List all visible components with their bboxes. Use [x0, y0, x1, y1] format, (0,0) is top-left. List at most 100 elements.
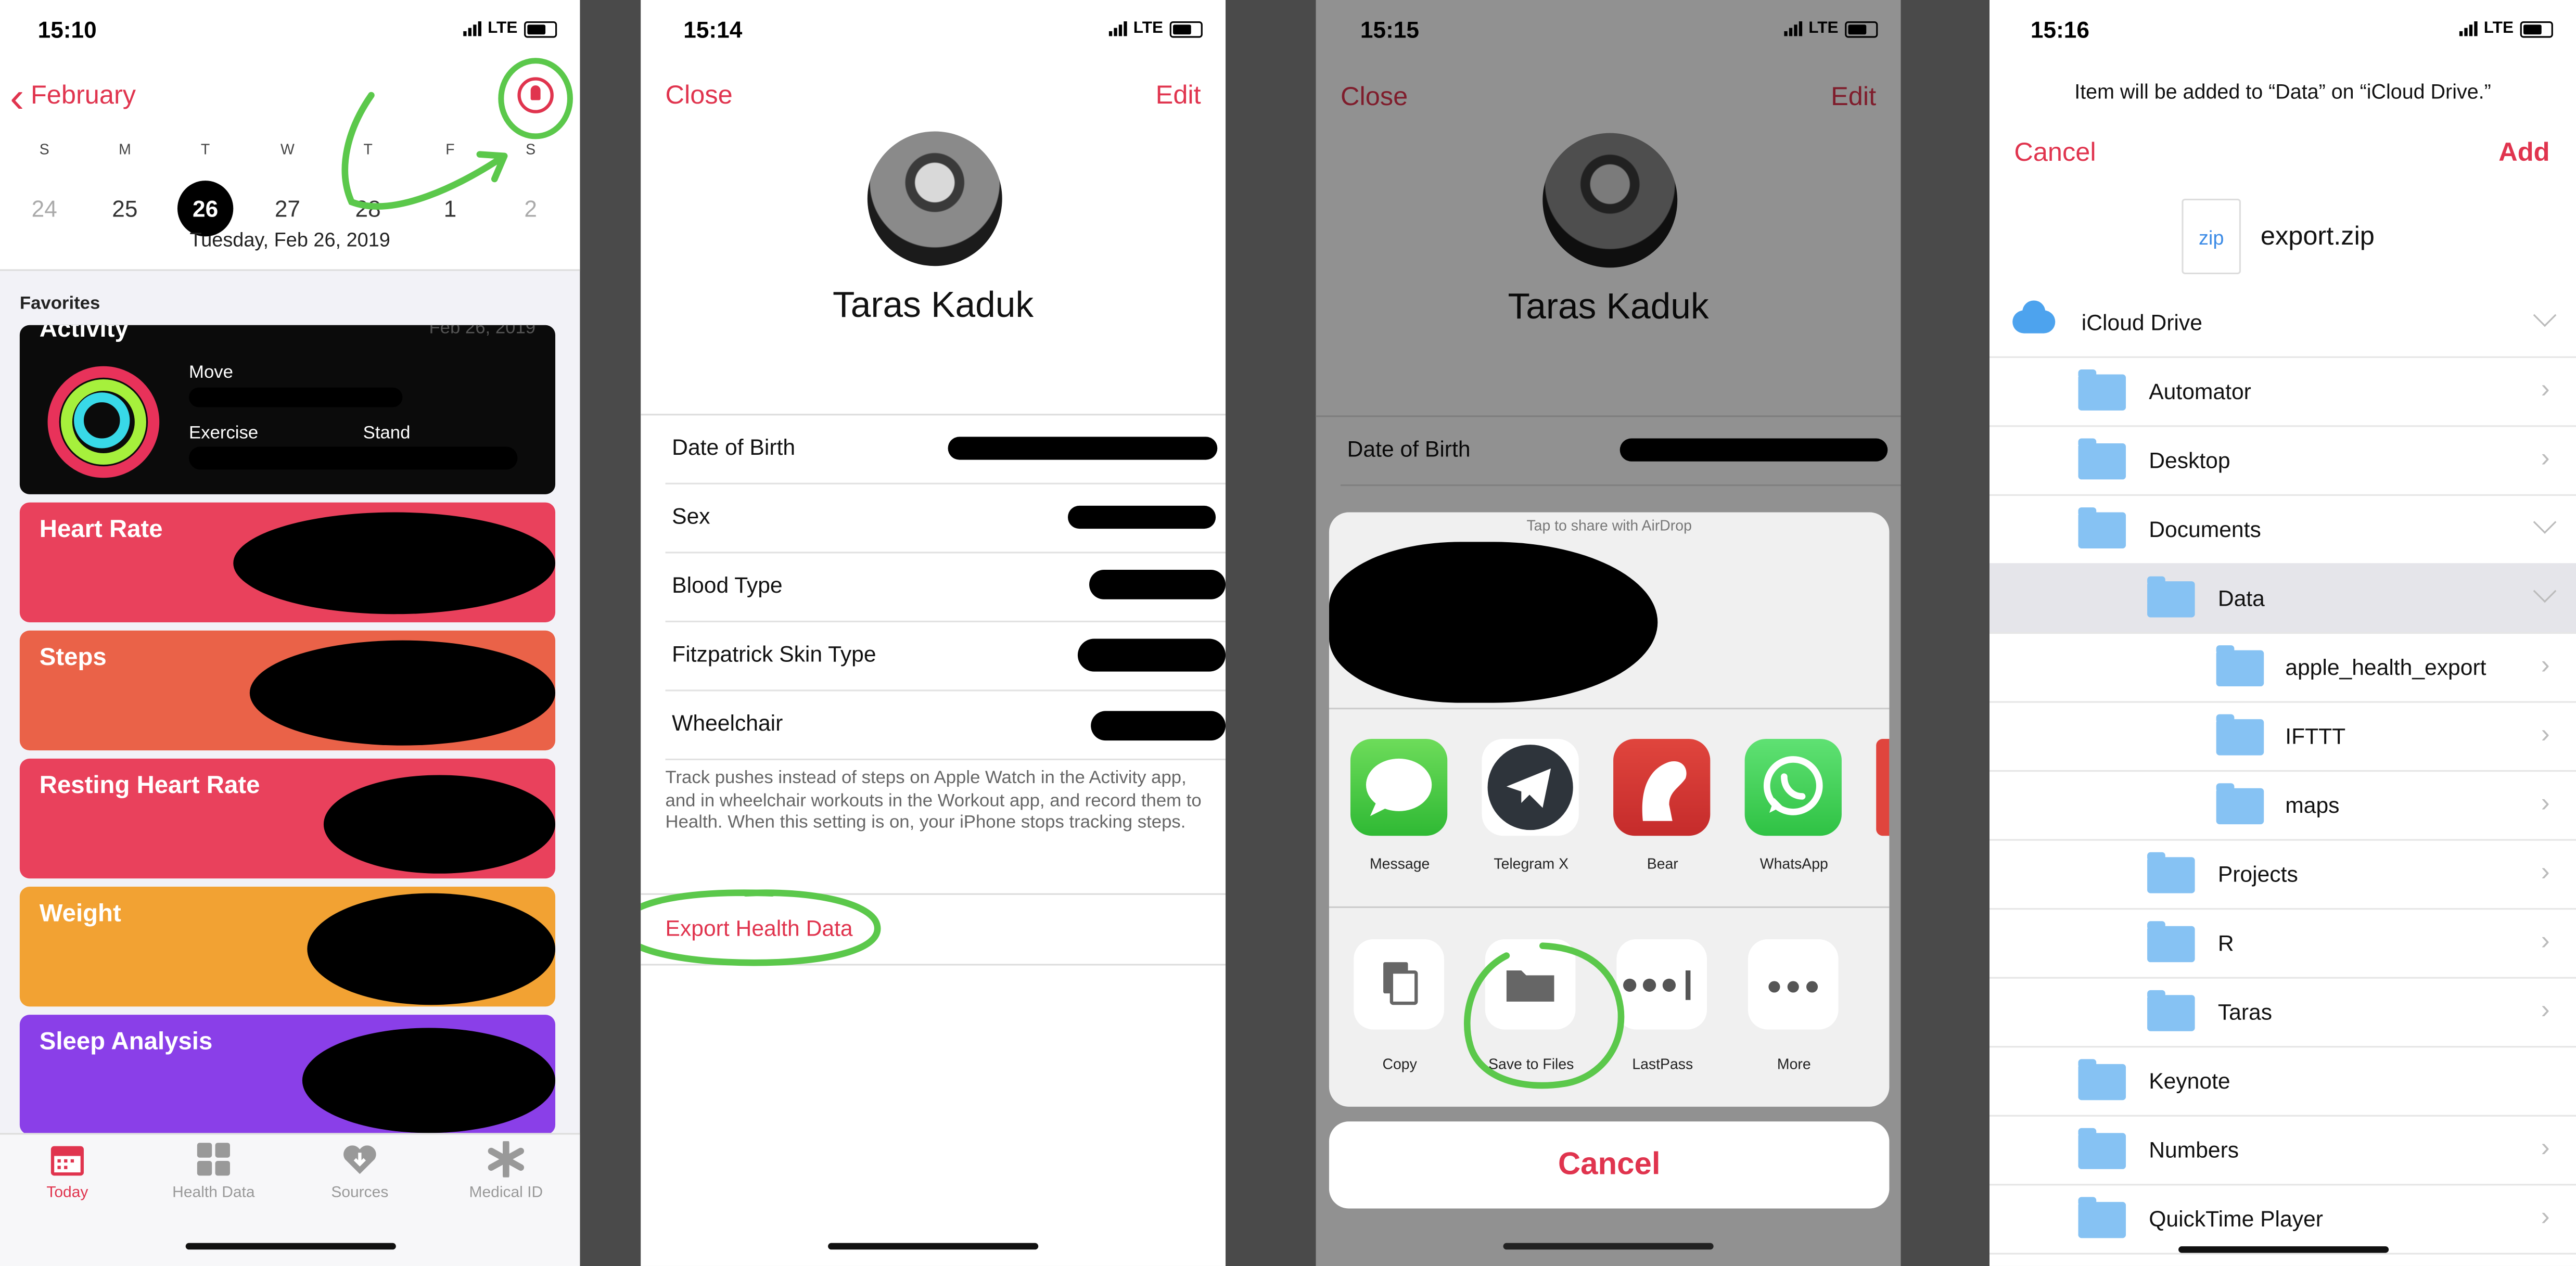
- tab-label: Medical ID: [469, 1184, 543, 1202]
- folder-name: Documents: [2149, 517, 2261, 542]
- folder-row-maps[interactable]: maps ›: [1990, 770, 2576, 841]
- folder-row-numbers[interactable]: Numbers ›: [1990, 1115, 2576, 1186]
- chevron-down-icon: [2533, 303, 2557, 327]
- weight-card[interactable]: Weight: [19, 887, 556, 1007]
- resting-heart-rate-card[interactable]: Resting Heart Rate: [19, 758, 556, 879]
- medical-id-button[interactable]: [517, 77, 554, 113]
- carrier-label: LTE: [2483, 19, 2514, 38]
- folder-row-desktop[interactable]: Desktop ›: [1990, 425, 2576, 496]
- redaction: [323, 775, 556, 874]
- close-button[interactable]: Close: [666, 82, 733, 112]
- chevron-left-icon: ‹: [9, 72, 24, 122]
- chevron-right-icon: ›: [2541, 859, 2550, 887]
- home-indicator: [185, 1243, 396, 1250]
- tab-medical-id[interactable]: Medical ID: [440, 1141, 572, 1202]
- row-blood-type[interactable]: Blood Type: [665, 553, 1226, 622]
- edit-button[interactable]: Edit: [1156, 82, 1201, 112]
- folder-icon: [2216, 783, 2264, 825]
- tab-health-data[interactable]: Health Data: [148, 1141, 279, 1202]
- folder-row-taras[interactable]: Taras ›: [1990, 977, 2576, 1048]
- tab-sources[interactable]: Sources: [294, 1141, 426, 1202]
- wheelchair-note: Track pushes instead of steps on Apple W…: [665, 768, 1202, 833]
- favorites-heading: Favorites: [19, 293, 100, 314]
- folder-icon: [2147, 852, 2195, 893]
- folder-row-data-selected[interactable]: Data: [1990, 563, 2576, 634]
- folder-row-apple-health-export[interactable]: apple_health_export ›: [1990, 632, 2576, 703]
- tab-today[interactable]: Today: [2, 1141, 133, 1202]
- activity-card[interactable]: Activity Feb 26, 2019 Move Exercise Stan…: [19, 325, 556, 494]
- airdrop-hint: Tap to share with AirDrop: [1526, 517, 1692, 534]
- divider: [1329, 708, 1890, 710]
- add-button[interactable]: Add: [2498, 139, 2549, 169]
- chevron-down-icon: [2533, 510, 2557, 534]
- folder-name: Projects: [2217, 862, 2298, 887]
- row-label: Wheelchair: [672, 711, 783, 736]
- row-fitzpatrick-skin-type[interactable]: Fitzpatrick Skin Type: [665, 622, 1226, 692]
- folder-name: Automator: [2149, 379, 2251, 404]
- folder-name: Desktop: [2149, 448, 2230, 473]
- status-time: 15:10: [37, 16, 97, 43]
- battery-icon: [1169, 20, 1203, 37]
- redaction: [189, 446, 518, 470]
- folder-row-projects[interactable]: Projects ›: [1990, 839, 2576, 910]
- folder-row-ifttt[interactable]: IFTTT ›: [1990, 701, 2576, 772]
- tab-label: Sources: [331, 1184, 389, 1202]
- heart-rate-card[interactable]: Heart Rate: [19, 502, 556, 622]
- folder-icon: [2078, 1197, 2126, 1238]
- grid-icon: [197, 1143, 230, 1176]
- folder-icon: [2216, 714, 2264, 756]
- action-label: More: [1777, 1056, 1811, 1072]
- row-label: Fitzpatrick Skin Type: [672, 642, 876, 667]
- folder-row-icloud-drive[interactable]: iCloud Drive: [1990, 287, 2576, 358]
- folder-icon: [1485, 939, 1576, 1030]
- folder-row-quicktime-player[interactable]: QuickTime Player ›: [1990, 1184, 2576, 1255]
- next-app-icon[interactable]: [1876, 739, 1890, 836]
- home-indicator: [1503, 1243, 1714, 1250]
- day-letter: S: [39, 141, 49, 158]
- zip-file-icon: zip: [2182, 198, 2241, 274]
- cancel-button[interactable]: Cancel: [1329, 1121, 1890, 1209]
- folder-name: Keynote: [2149, 1069, 2230, 1094]
- carrier-label: LTE: [1133, 19, 1164, 38]
- folder-row-documents[interactable]: Documents: [1990, 494, 2576, 565]
- sleep-analysis-card[interactable]: Sleep Analysis: [19, 1015, 556, 1135]
- chevron-right-icon: ›: [2541, 996, 2550, 1025]
- status-bar: 15:14 LTE: [641, 17, 1226, 49]
- back-label: February: [30, 82, 136, 110]
- battery-icon: [2520, 20, 2553, 37]
- action-label: LastPass: [1632, 1056, 1693, 1072]
- folder-icon: [2147, 990, 2195, 1031]
- row-wheelchair[interactable]: Wheelchair: [665, 692, 1226, 761]
- status-indicators: LTE: [1108, 19, 1203, 38]
- redaction: [1077, 638, 1226, 672]
- row-sex[interactable]: Sex: [665, 484, 1226, 554]
- steps-card[interactable]: Steps: [19, 630, 556, 751]
- health-today-screen: 15:10 LTE ‹ February S M T W T F S 24 25…: [0, 0, 580, 1266]
- status-bar: 15:10 LTE: [0, 17, 580, 49]
- stand-ring-icon: [74, 392, 130, 449]
- share-sheet-screen: 15:15 LTE Close Edit Taras Kaduk Date of…: [1316, 0, 1901, 1266]
- back-button[interactable]: ‹ February: [9, 72, 136, 122]
- message-icon: [1350, 739, 1448, 836]
- folder-row-automator[interactable]: Automator ›: [1990, 356, 2576, 427]
- folder-row-r[interactable]: R ›: [1990, 908, 2576, 979]
- profile-name: Taras Kaduk: [833, 284, 1034, 325]
- export-health-data-button[interactable]: Export Health Data: [641, 893, 1226, 966]
- folder-row-keynote[interactable]: Keynote: [1990, 1046, 2576, 1117]
- card-title: Weight: [39, 900, 121, 928]
- whatsapp-icon: [1744, 739, 1842, 836]
- folder-icon: [2078, 1059, 2126, 1101]
- status-indicators: LTE: [463, 20, 557, 38]
- folder-name: Data: [2217, 586, 2265, 611]
- stand-label: Stand: [363, 424, 411, 444]
- cancel-button[interactable]: Cancel: [2014, 139, 2096, 169]
- destination-info: Item will be added to “Data” on “iCloud …: [2074, 80, 2491, 104]
- card-title: Resting Heart Rate: [39, 772, 260, 800]
- status-bar: 15:16 LTE: [1990, 17, 2576, 49]
- asterisk-icon: [488, 1141, 525, 1178]
- file-type-label: zip: [2198, 226, 2224, 250]
- card-title: Heart Rate: [39, 515, 163, 544]
- copy-icon: [1354, 939, 1444, 1030]
- row-date-of-birth[interactable]: Date of Birth: [665, 415, 1226, 484]
- chevron-right-icon: ›: [2541, 1134, 2550, 1163]
